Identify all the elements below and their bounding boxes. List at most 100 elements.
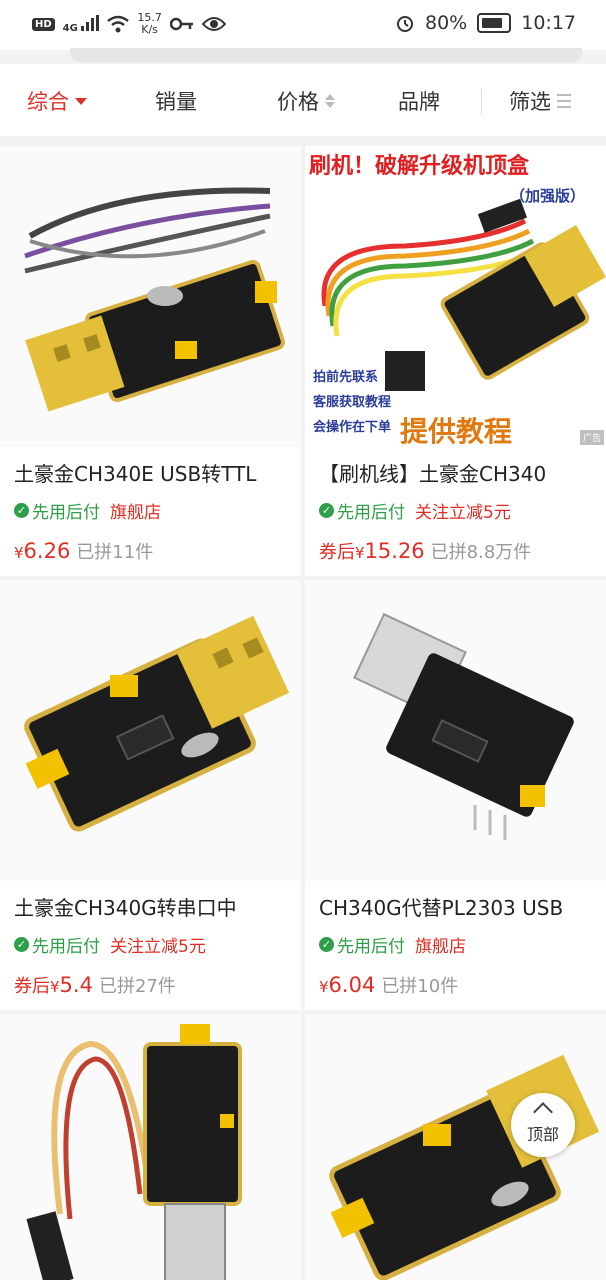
tab-sales[interactable]: 销量	[155, 86, 197, 116]
coupon-prefix: 券后	[319, 542, 355, 563]
back-to-top-label: 顶部	[526, 1125, 559, 1144]
net-speed-unit: K/s	[141, 23, 158, 36]
signal-4g-icon: 4G	[62, 14, 100, 34]
flashing-cable-illustration: 刷机！破解升级机顶盒 （加强版） 拍前先联系 客服获取教程 会操作在下单 提供教…	[305, 146, 606, 447]
search-bar-edge[interactable]	[70, 48, 582, 62]
image-note-3: 会操作在下单	[313, 419, 391, 435]
price-value: 5.4	[59, 973, 93, 997]
sold-count: 已拼10件	[381, 976, 459, 997]
product-image[interactable]: 刷机！破解升级机顶盒 （加强版） 拍前先联系 客服获取教程 会操作在下单 提供教…	[305, 146, 606, 447]
arrow-up-icon	[533, 1102, 553, 1122]
filter-lines-icon	[557, 94, 571, 108]
status-bar: HD 4G 15.7 K/s 80% 10:17	[0, 0, 606, 50]
hd-badge: HD	[32, 17, 55, 31]
back-to-top-button[interactable]: 顶部	[511, 1093, 575, 1157]
signal-bars-icon	[81, 14, 100, 31]
price-value: 6.04	[328, 973, 376, 997]
currency-symbol: ¥	[14, 544, 24, 562]
price-row: ¥6.26 已拼11件	[14, 538, 153, 564]
tab-filter[interactable]: 筛选	[509, 86, 571, 116]
product-card[interactable]	[0, 1014, 301, 1280]
pay-later-tag: ✓ 先用后付	[14, 498, 100, 523]
product-card[interactable]: 刷机！破解升级机顶盒 （加强版） 拍前先联系 客服获取教程 会操作在下单 提供教…	[305, 146, 606, 576]
pay-later-label: 先用后付	[337, 503, 405, 523]
usb-module-illustration	[24, 615, 290, 832]
tab-comprehensive[interactable]: 综合	[27, 86, 87, 116]
pay-later-icon: ✓	[14, 503, 29, 518]
price-value: 6.26	[23, 539, 71, 563]
status-left: HD 4G 15.7 K/s	[32, 12, 226, 36]
pay-later-icon: ✓	[319, 503, 334, 518]
product-image[interactable]	[305, 580, 606, 881]
pay-later-label: 先用后付	[337, 937, 405, 957]
product-image[interactable]	[0, 1014, 301, 1280]
tag-row: ✓ 先用后付 关注立减5元	[14, 932, 206, 957]
product-card[interactable]: CH340G代替PL2303 USB ✓ 先用后付 旗舰店 ¥6.04 已拼10件	[305, 580, 606, 1010]
filter-bar: 综合 销量 价格 品牌 筛选	[0, 64, 606, 137]
tab-price-label: 价格	[277, 90, 319, 114]
pay-later-icon: ✓	[14, 937, 29, 952]
promo-tag: 关注立减5元	[110, 937, 206, 957]
image-note-2: 客服获取教程	[313, 394, 391, 410]
coupon-prefix: 券后	[14, 976, 50, 997]
image-note-1: 拍前先联系	[313, 369, 378, 385]
promo-tag: 旗舰店	[110, 503, 161, 523]
price-value: 15.26	[364, 539, 425, 563]
image-headline: 刷机！破解升级机顶盒	[309, 153, 530, 179]
key-icon	[169, 17, 193, 31]
battery-percent: 80%	[425, 12, 468, 34]
tag-row: ✓ 先用后付 旗舰店	[319, 932, 466, 957]
price-row: 券后 ¥15.26 已拼8.8万件	[319, 538, 531, 564]
clock: 10:17	[521, 12, 576, 34]
product-title[interactable]: 土豪金CH340G转串口中	[14, 892, 294, 921]
product-title[interactable]: 土豪金CH340E USB转TTL	[14, 458, 294, 487]
price-row: ¥6.04 已拼10件	[319, 972, 458, 998]
usb-module-illustration	[26, 1024, 242, 1280]
pay-later-label: 先用后付	[32, 503, 100, 523]
network-type-label: 4G	[62, 22, 78, 34]
pay-later-tag: ✓ 先用后付	[14, 932, 100, 957]
pay-later-label: 先用后付	[32, 937, 100, 957]
ad-label: 广告	[579, 430, 604, 445]
promo-tag: 关注立减5元	[415, 503, 511, 523]
pay-later-tag: ✓ 先用后付	[319, 932, 405, 957]
pay-later-icon: ✓	[319, 937, 334, 952]
price: 券后 ¥15.26	[319, 538, 425, 564]
product-title[interactable]: 【刷机线】土豪金CH340	[319, 458, 599, 487]
tab-sales-label: 销量	[155, 90, 197, 114]
sold-count: 已拼8.8万件	[430, 542, 532, 563]
currency-symbol: ¥	[319, 978, 329, 996]
image-tutorial-text: 提供教程	[400, 415, 512, 447]
pay-later-tag: ✓ 先用后付	[319, 498, 405, 523]
divider	[481, 89, 482, 115]
tab-comprehensive-label: 综合	[27, 90, 69, 114]
usb-module-illustration	[353, 612, 574, 840]
price-row: 券后 ¥5.4 已拼27件	[14, 972, 176, 998]
product-image[interactable]	[0, 146, 301, 447]
promo-tag: 旗舰店	[415, 937, 466, 957]
usb-module-illustration	[24, 187, 285, 412]
dropdown-triangle-icon	[75, 97, 87, 105]
product-image[interactable]	[0, 580, 301, 881]
product-card[interactable]: 土豪金CH340E USB转TTL ✓ 先用后付 旗舰店 ¥6.26 已拼11件	[0, 146, 301, 576]
sort-arrows-icon	[325, 94, 335, 108]
eye-icon	[201, 17, 226, 31]
tab-brand[interactable]: 品牌	[398, 86, 440, 116]
tab-filter-label: 筛选	[509, 90, 551, 114]
wifi-icon	[107, 15, 130, 33]
tag-row: ✓ 先用后付 关注立减5元	[319, 498, 511, 523]
price: ¥6.26	[14, 539, 70, 563]
sold-count: 已拼11件	[76, 542, 154, 563]
tag-row: ✓ 先用后付 旗舰店	[14, 498, 161, 523]
product-card[interactable]: 土豪金CH340G转串口中 ✓ 先用后付 关注立减5元 券后 ¥5.4 已拼27件	[0, 580, 301, 1010]
currency-symbol: ¥	[50, 978, 60, 996]
status-right: 80% 10:17	[395, 12, 576, 34]
alarm-icon	[397, 16, 413, 32]
price: ¥6.04	[319, 973, 375, 997]
product-title[interactable]: CH340G代替PL2303 USB	[319, 892, 599, 921]
tab-brand-label: 品牌	[398, 90, 440, 114]
tab-price[interactable]: 价格	[277, 86, 335, 116]
net-speed: 15.7 K/s	[137, 12, 162, 36]
sold-count: 已拼27件	[98, 976, 176, 997]
battery-icon	[477, 13, 512, 33]
